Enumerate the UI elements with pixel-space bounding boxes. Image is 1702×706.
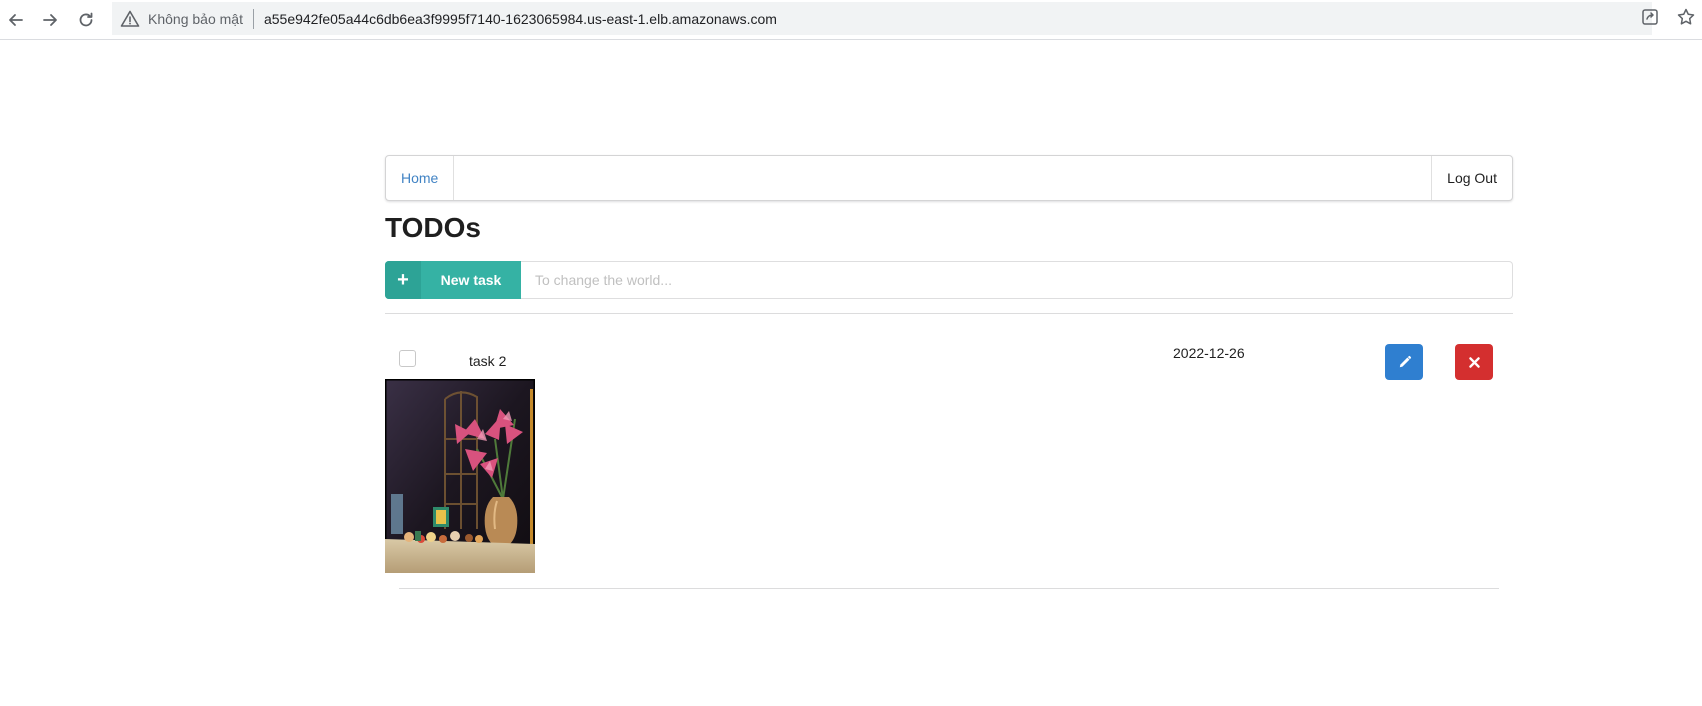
logout-button[interactable]: Log Out [1431, 156, 1512, 200]
close-icon [1468, 356, 1480, 368]
address-bar[interactable]: Không bảo mật a55e942fe05a44c6db6ea3f999… [112, 2, 1695, 35]
share-icon[interactable] [1640, 7, 1660, 30]
menu-spacer [454, 156, 1431, 200]
bookmark-star-icon[interactable] [1676, 7, 1696, 30]
edit-button[interactable] [1385, 344, 1423, 380]
todo-done-checkbox[interactable] [399, 350, 416, 367]
url-text[interactable]: a55e942fe05a44c6db6ea3f9995f7140-1623065… [264, 11, 777, 27]
forward-arrow-icon[interactable] [36, 6, 64, 34]
new-task-button-label: New task [440, 272, 502, 288]
address-bar-actions [1640, 2, 1696, 35]
new-task-input[interactable] [521, 261, 1513, 299]
security-label[interactable]: Không bảo mật [148, 11, 243, 27]
warning-icon[interactable] [120, 9, 140, 29]
pencil-icon [1399, 355, 1411, 367]
new-task-button[interactable]: + New task [385, 261, 521, 299]
divider [385, 313, 1513, 314]
flowers-photo-icon [385, 379, 535, 573]
home-link[interactable]: Home [386, 156, 455, 200]
page-title: TODOs [385, 212, 481, 243]
plus-icon: + [385, 261, 421, 299]
browser-toolbar: Không bảo mật a55e942fe05a44c6db6ea3f999… [0, 0, 1702, 40]
address-separator [252, 8, 254, 29]
delete-button[interactable] [1455, 344, 1493, 380]
divider [399, 588, 1499, 589]
todo-name: task 2 [469, 353, 507, 369]
todo-attachment-image [385, 379, 535, 573]
top-menu: Home Log Out [385, 155, 1513, 201]
back-arrow-icon[interactable] [2, 6, 30, 34]
reload-icon[interactable] [72, 6, 100, 34]
new-task-form: + New task [385, 261, 1513, 299]
todo-due-date: 2022-12-26 [1173, 345, 1245, 361]
